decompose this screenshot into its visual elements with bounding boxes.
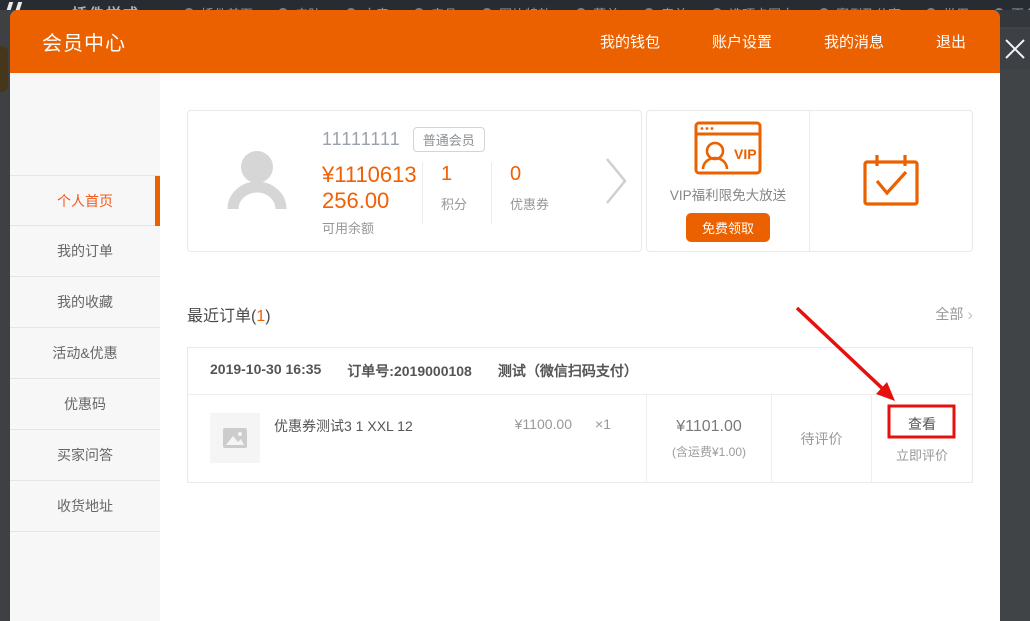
username: 11111111 [322, 129, 401, 150]
nav-account-settings[interactable]: 账户设置 [712, 31, 772, 52]
sidebar-item-my-favorites[interactable]: 我的收藏 [10, 277, 160, 328]
header-nav: 我的钱包 账户设置 我的消息 退出 [600, 31, 966, 52]
chevron-right-icon[interactable] [603, 155, 629, 207]
coupons-value: 0 [510, 162, 549, 186]
avatar [224, 145, 290, 217]
svg-text:VIP: VIP [734, 146, 757, 162]
background-topbar: 插件样式 插件首页 皮肤 文章 产品 图片特效 菜单 表单 选项卡图文 案例及分… [0, 0, 1030, 10]
modal-header: 会员中心 我的钱包 账户设置 我的消息 退出 [10, 10, 1000, 73]
order-status-cell: 待评价 [771, 395, 871, 482]
points-label: 积分 [441, 194, 467, 213]
background-logo [2, 2, 28, 10]
coupons-label: 优惠券 [510, 194, 549, 213]
order-product-cell: 优惠券测试3 1 XXL 12 ¥1100.00 ×1 [188, 395, 646, 482]
vip-benefit-title: VIP福利限免大放送 [670, 184, 786, 204]
sidebar-item-personal-home[interactable]: 个人首页 [10, 175, 160, 226]
points-block: 1 积分 [422, 162, 491, 224]
order-number: 订单号:2019000108 [347, 361, 472, 381]
order-payment-method: 测试（微信扫码支付） [498, 361, 638, 381]
balance-label: 可用余额 [322, 218, 422, 237]
vip-benefit-block: VIP VIP福利限免大放送 免费领取 [647, 111, 810, 251]
close-icon [1003, 37, 1027, 61]
order-total: ¥1101.00 [676, 418, 742, 436]
product-price: ¥1100.00 [492, 413, 572, 432]
background-right-strip [1000, 10, 1030, 621]
nav-my-wallet[interactable]: 我的钱包 [600, 31, 660, 52]
sidebar-item-coupon-code[interactable]: 优惠码 [10, 379, 160, 430]
vip-browser-icon: VIP [694, 121, 762, 175]
balance-block: ¥1110613256.00 可用余额 [322, 162, 422, 237]
shipping-note: (含运费¥1.00) [672, 443, 746, 460]
member-center-modal: 会员中心 我的钱包 账户设置 我的消息 退出 个人首页 我的订单 我的收藏 活动… [10, 10, 1000, 621]
user-info-panel[interactable]: 11111111 普通会员 ¥1110613256.00 可用余额 1 积分 [187, 110, 642, 252]
order-card: 2019-10-30 16:35 订单号:2019000108 测试（微信扫码支… [187, 347, 973, 483]
vip-panel: VIP VIP福利限免大放送 免费领取 [646, 110, 973, 252]
sidebar-item-my-orders[interactable]: 我的订单 [10, 226, 160, 277]
product-thumbnail[interactable] [210, 413, 260, 463]
member-level-badge: 普通会员 [413, 127, 485, 152]
chevron-right-icon: › [967, 306, 973, 323]
sidebar-item-activities-offers[interactable]: 活动&优惠 [10, 328, 160, 379]
status-badge: 待评价 [801, 429, 843, 449]
free-claim-button[interactable]: 免费领取 [686, 213, 770, 242]
signin-block[interactable] [810, 111, 972, 251]
calendar-check-icon [862, 153, 920, 209]
order-row: 优惠券测试3 1 XXL 12 ¥1100.00 ×1 ¥1101.00 (含运… [188, 395, 972, 482]
background-left-blob [0, 46, 8, 92]
review-now-button[interactable]: 立即评价 [896, 445, 948, 464]
image-placeholder-icon [222, 427, 248, 449]
recent-orders-title: 最近订单(1) [187, 302, 271, 326]
main-content: 11111111 普通会员 ¥1110613256.00 可用余额 1 积分 [160, 73, 1000, 621]
order-total-cell: ¥1101.00 (含运费¥1.00) [646, 395, 771, 482]
points-value: 1 [441, 162, 467, 186]
view-order-button[interactable]: 查看 [908, 414, 936, 434]
view-all-link[interactable]: 全部 › [935, 304, 973, 324]
order-count: 1 [256, 308, 265, 325]
page-title: 会员中心 [42, 27, 126, 56]
sidebar-item-buyer-qa[interactable]: 买家问答 [10, 430, 160, 481]
nav-logout[interactable]: 退出 [936, 31, 966, 52]
product-name[interactable]: 优惠券测试3 1 XXL 12 [274, 413, 492, 436]
product-quantity: ×1 [572, 413, 634, 432]
order-actions-cell: 查看 立即评价 [871, 395, 972, 482]
balance-value: ¥1110613256.00 [322, 162, 422, 213]
coupons-block: 0 优惠券 [491, 162, 573, 224]
background-brand: 插件样式 [72, 3, 140, 11]
modal-close-button[interactable] [1000, 29, 1030, 69]
background-right-band [1000, 10, 1030, 27]
sidebar-item-shipping-address[interactable]: 收货地址 [10, 481, 160, 532]
nav-my-messages[interactable]: 我的消息 [824, 31, 884, 52]
order-header: 2019-10-30 16:35 订单号:2019000108 测试（微信扫码支… [188, 348, 972, 395]
background-left-strip [0, 10, 10, 621]
sidebar: 个人首页 我的订单 我的收藏 活动&优惠 优惠码 买家问答 收货地址 [10, 73, 160, 621]
order-datetime: 2019-10-30 16:35 [210, 361, 321, 381]
